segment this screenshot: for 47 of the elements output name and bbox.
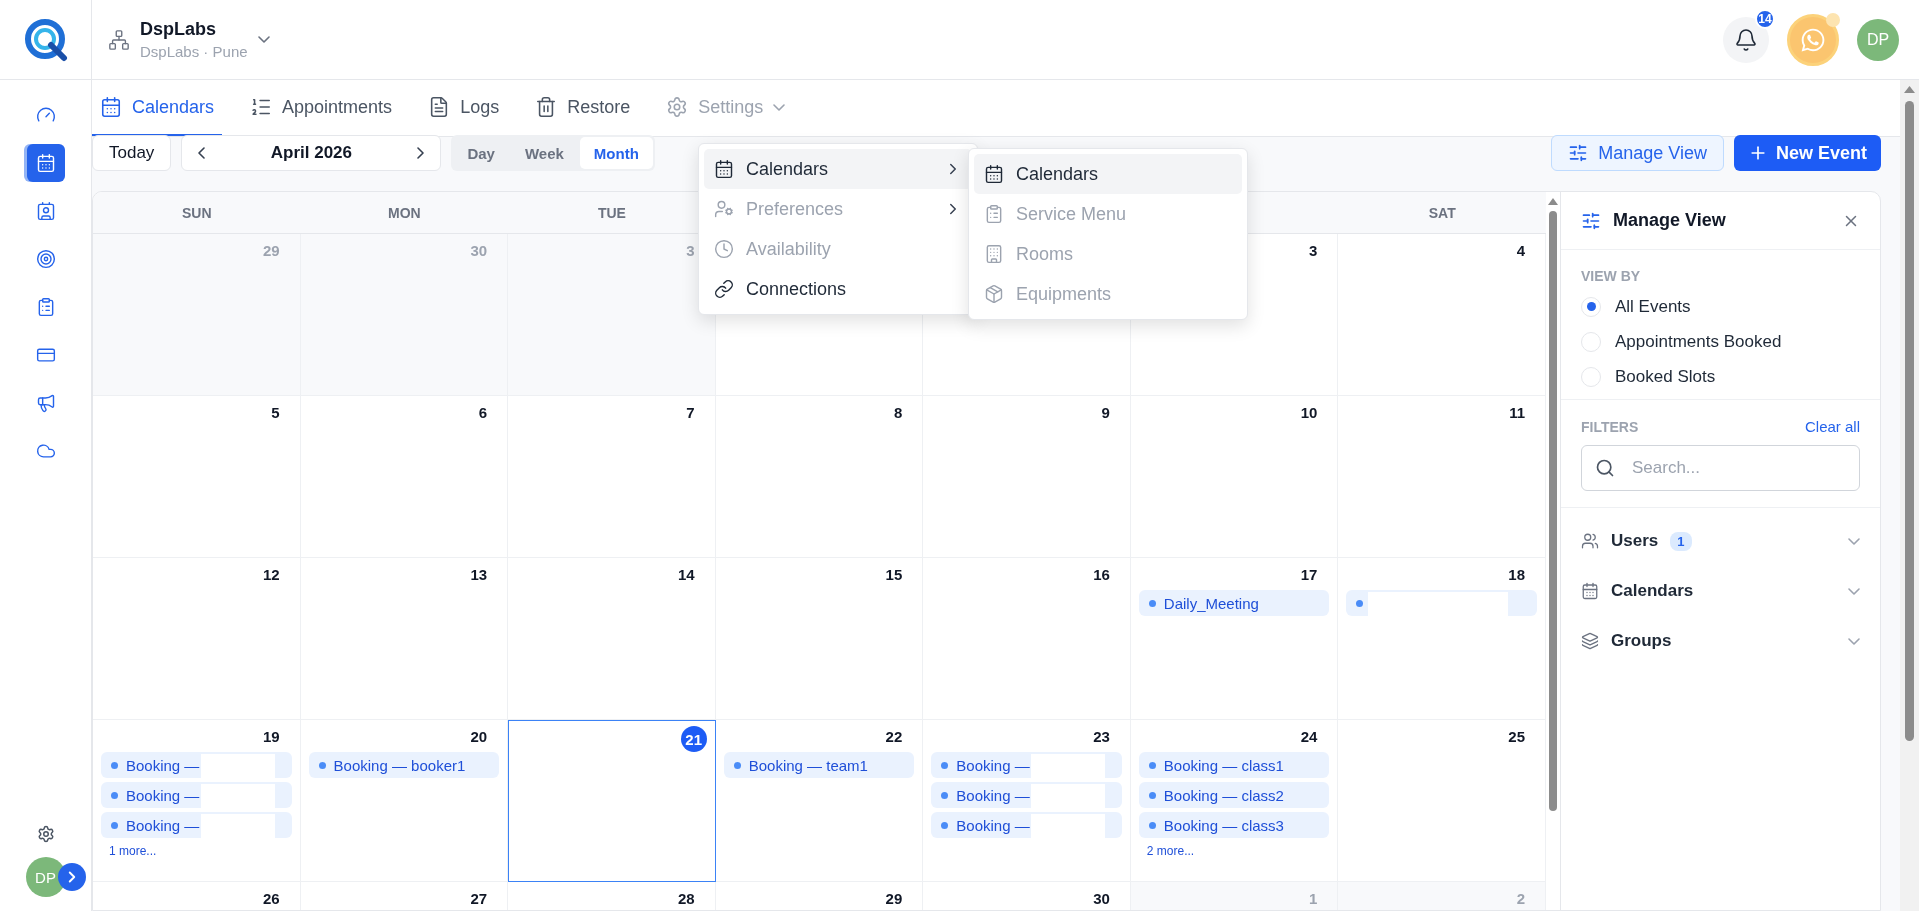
count-badge: 1 (1670, 531, 1692, 551)
panel-title: Manage View (1613, 210, 1727, 231)
day-number: 19 (262, 727, 280, 747)
day-number: 15 (885, 565, 903, 585)
day-number: 2 (1516, 889, 1525, 909)
filter-label: Calendars (1611, 581, 1694, 601)
notification-count: 14 (1755, 8, 1775, 29)
weekday-header: SUN (93, 192, 301, 234)
day-number: 14 (678, 565, 695, 585)
day-number: 23 (1093, 727, 1110, 747)
day-number: 26 (262, 889, 280, 909)
day-number: 20 (470, 727, 488, 747)
day-number: 3 (686, 241, 695, 261)
day-number: 3 (1309, 241, 1318, 261)
section-label: VIEW BY (1581, 268, 1642, 284)
day-number: 10 (1300, 403, 1318, 423)
month-label: April 2026 (270, 143, 352, 163)
filter-label: Users (1611, 531, 1659, 551)
day-number: 25 (1508, 727, 1525, 747)
day-number: 29 (262, 241, 280, 261)
day-number: 6 (478, 403, 488, 423)
day-number: 30 (470, 241, 488, 261)
day-number: 17 (1300, 565, 1318, 585)
day-number: 8 (893, 403, 903, 423)
day-number: 11 (1509, 403, 1525, 423)
org-location: DspLabs · Pune (140, 43, 248, 60)
day-number: 13 (470, 565, 488, 585)
day-number: 16 (1093, 565, 1110, 585)
day-number: 5 (271, 403, 280, 423)
day-number: 27 (470, 889, 488, 909)
day-number: 30 (1093, 889, 1110, 909)
day-number: 24 (1300, 727, 1318, 747)
day-number: 9 (1101, 403, 1110, 423)
day-number: 12 (262, 565, 280, 585)
day-number: 1 (1309, 889, 1318, 909)
day-number: 4 (1516, 241, 1525, 261)
day-number: 7 (686, 403, 695, 423)
today-date: 21 (680, 726, 707, 752)
weekday-header: MON (300, 192, 509, 234)
day-number: 22 (885, 727, 903, 747)
day-number: 29 (885, 889, 903, 909)
section-label: FILTERS (1581, 418, 1639, 435)
day-number: 18 (1508, 565, 1525, 585)
org-name: DspLabs (140, 19, 218, 40)
day-number: 28 (678, 889, 695, 909)
filter-label: Groups (1611, 631, 1672, 651)
weekday-header: SAT (1338, 192, 1546, 234)
